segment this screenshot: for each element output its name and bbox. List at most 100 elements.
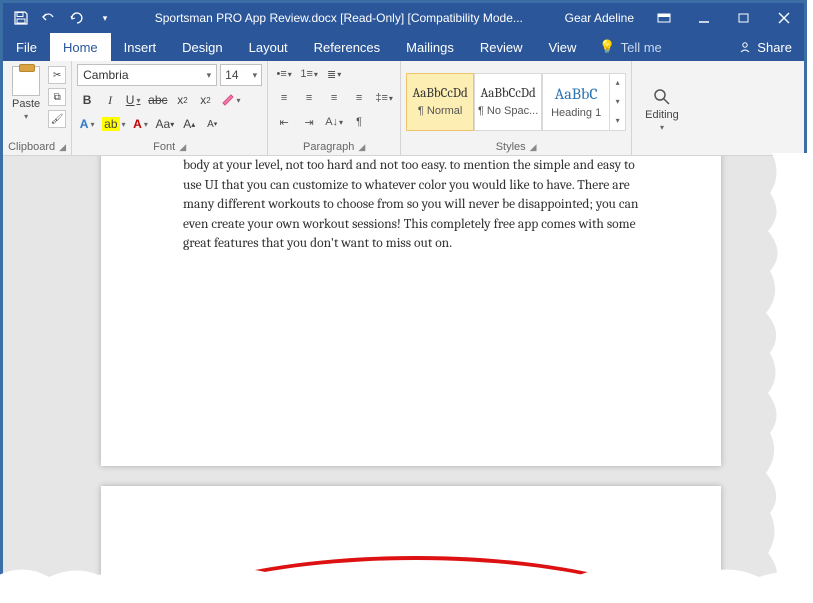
clipboard-label: Clipboard — [8, 141, 55, 153]
chevron-down-icon: ▾ — [207, 70, 212, 81]
style-name: ¶ No Spac... — [478, 105, 538, 117]
align-center-button[interactable]: ≡ — [298, 88, 320, 108]
superscript-button[interactable]: x2 — [196, 90, 216, 110]
paste-label: Paste — [12, 98, 40, 110]
styles-label: Styles — [496, 141, 526, 153]
quick-access-toolbar: ▾ — [3, 6, 123, 30]
paste-button[interactable]: Paste ▾ — [8, 64, 44, 123]
paragraph-launcher-icon[interactable]: ◢ — [358, 142, 365, 153]
font-name-value: Cambria — [83, 68, 128, 82]
change-case-button[interactable]: Aa▾ — [154, 114, 177, 134]
group-font: Cambria ▾ 14 ▾ B I U abc x2 x2 A ab — [72, 61, 268, 155]
highlight-button[interactable]: ab — [100, 114, 127, 134]
minimize-icon[interactable] — [684, 3, 724, 33]
italic-button[interactable]: I — [100, 90, 120, 110]
font-color-button[interactable]: A — [131, 114, 151, 134]
justify-button[interactable]: ≡ — [348, 88, 370, 108]
style-heading-1[interactable]: AaBbC Heading 1 — [542, 73, 610, 131]
tell-me[interactable]: 💡 Tell me — [589, 33, 671, 61]
style-no-spacing[interactable]: AaBbCcDd ¶ No Spac... — [474, 73, 542, 131]
font-size-combo[interactable]: 14 ▾ — [220, 64, 262, 86]
style-name: Heading 1 — [551, 107, 601, 119]
tab-design[interactable]: Design — [169, 33, 235, 61]
close-icon[interactable] — [764, 3, 804, 33]
tab-home[interactable]: Home — [50, 33, 111, 61]
tell-me-label: Tell me — [621, 40, 662, 55]
tab-review[interactable]: Review — [467, 33, 536, 61]
line-spacing-button[interactable]: ‡≡ — [373, 88, 395, 108]
bullets-button[interactable]: •≡ — [273, 64, 295, 84]
more-icon: ▾ — [610, 111, 625, 130]
tab-layout[interactable]: Layout — [236, 33, 301, 61]
style-preview: AaBbCcDd — [412, 86, 467, 101]
text-effects-button[interactable]: A — [77, 114, 97, 134]
sort-button[interactable]: A↓ — [323, 112, 345, 132]
share-button[interactable]: Share — [726, 33, 804, 61]
style-normal[interactable]: AaBbCcDd ¶ Normal — [406, 73, 474, 131]
styles-gallery-more[interactable]: ▴ ▾ ▾ — [610, 73, 626, 131]
multilevel-button[interactable]: ≣ — [323, 64, 345, 84]
format-painter-button[interactable]: 🖌 — [48, 110, 66, 128]
clipboard-launcher-icon[interactable]: ◢ — [59, 142, 66, 153]
user-name[interactable]: Gear Adeline — [555, 11, 644, 25]
chevron-up-icon: ▴ — [610, 74, 625, 93]
editing-label[interactable]: Editing — [645, 109, 679, 121]
subscript-button[interactable]: x2 — [173, 90, 193, 110]
decrease-indent-button[interactable]: ⇤ — [273, 112, 295, 132]
tab-references[interactable]: References — [301, 33, 393, 61]
cut-button[interactable]: ✂ — [48, 66, 66, 84]
chevron-down-icon: ▾ — [24, 112, 28, 121]
document-area[interactable]: body at your level, not too hard and not… — [3, 156, 804, 593]
copy-button[interactable]: ⧉ — [48, 88, 66, 106]
font-label: Font — [153, 141, 175, 153]
find-icon[interactable] — [652, 87, 672, 107]
ribbon-tabs: File Home Insert Design Layout Reference… — [3, 33, 804, 61]
align-right-button[interactable]: ≡ — [323, 88, 345, 108]
paragraph-label: Paragraph — [303, 141, 354, 153]
body-text[interactable]: body at your level, not too hard and not… — [101, 156, 721, 254]
numbering-button[interactable]: 1≡ — [298, 64, 320, 84]
underline-button[interactable]: U — [123, 90, 143, 110]
bulb-icon: 💡 — [599, 39, 615, 55]
group-clipboard: Paste ▾ ✂ ⧉ 🖌 Clipboard ◢ — [3, 61, 72, 155]
chevron-down-icon: ▾ — [610, 92, 625, 111]
bold-button[interactable]: B — [77, 90, 97, 110]
group-styles: AaBbCcDd ¶ Normal AaBbCcDd ¶ No Spac... … — [401, 61, 632, 155]
redo-icon[interactable] — [65, 6, 89, 30]
strikethrough-button[interactable]: abc — [146, 90, 169, 110]
save-icon[interactable] — [9, 6, 33, 30]
maximize-icon[interactable] — [724, 3, 764, 33]
tab-mailings[interactable]: Mailings — [393, 33, 467, 61]
style-preview: AaBbCcDd — [480, 86, 535, 101]
align-left-button[interactable]: ≡ — [273, 88, 295, 108]
styles-launcher-icon[interactable]: ◢ — [530, 142, 537, 153]
share-label: Share — [757, 40, 792, 55]
share-icon — [738, 40, 752, 54]
paste-icon — [12, 66, 40, 96]
group-paragraph: •≡ 1≡ ≣ ≡ ≡ ≡ ≡ ‡≡ ⇤ ⇥ A↓ ¶ Para — [268, 61, 401, 155]
font-launcher-icon[interactable]: ◢ — [179, 142, 186, 153]
font-size-value: 14 — [225, 68, 238, 82]
style-preview: AaBbC — [555, 85, 598, 103]
style-name: ¶ Normal — [418, 105, 462, 117]
font-name-combo[interactable]: Cambria ▾ — [77, 64, 217, 86]
title-bar: ▾ Sportsman PRO App Review.docx [Read-On… — [3, 3, 804, 33]
group-editing: Editing ▾ — [632, 61, 692, 155]
ribbon: Paste ▾ ✂ ⧉ 🖌 Clipboard ◢ Cambria ▾ 14 ▾ B — [3, 61, 804, 156]
torn-edge-bottom — [0, 559, 813, 597]
qat-customize-icon[interactable]: ▾ — [93, 6, 117, 30]
document-title: Sportsman PRO App Review.docx [Read-Only… — [123, 11, 555, 25]
tab-view[interactable]: View — [535, 33, 589, 61]
undo-icon[interactable] — [37, 6, 61, 30]
increase-indent-button[interactable]: ⇥ — [298, 112, 320, 132]
show-marks-button[interactable]: ¶ — [348, 112, 370, 132]
torn-edge-right — [760, 153, 808, 603]
grow-font-button[interactable]: A▴ — [179, 114, 199, 134]
clear-formatting-button[interactable] — [219, 90, 243, 110]
shrink-font-button[interactable]: A▾ — [202, 114, 222, 134]
page-1: body at your level, not too hard and not… — [101, 156, 721, 466]
tab-file[interactable]: File — [3, 33, 50, 61]
tab-insert[interactable]: Insert — [111, 33, 170, 61]
ribbon-options-icon[interactable] — [644, 3, 684, 33]
chevron-down-icon: ▾ — [253, 70, 258, 81]
